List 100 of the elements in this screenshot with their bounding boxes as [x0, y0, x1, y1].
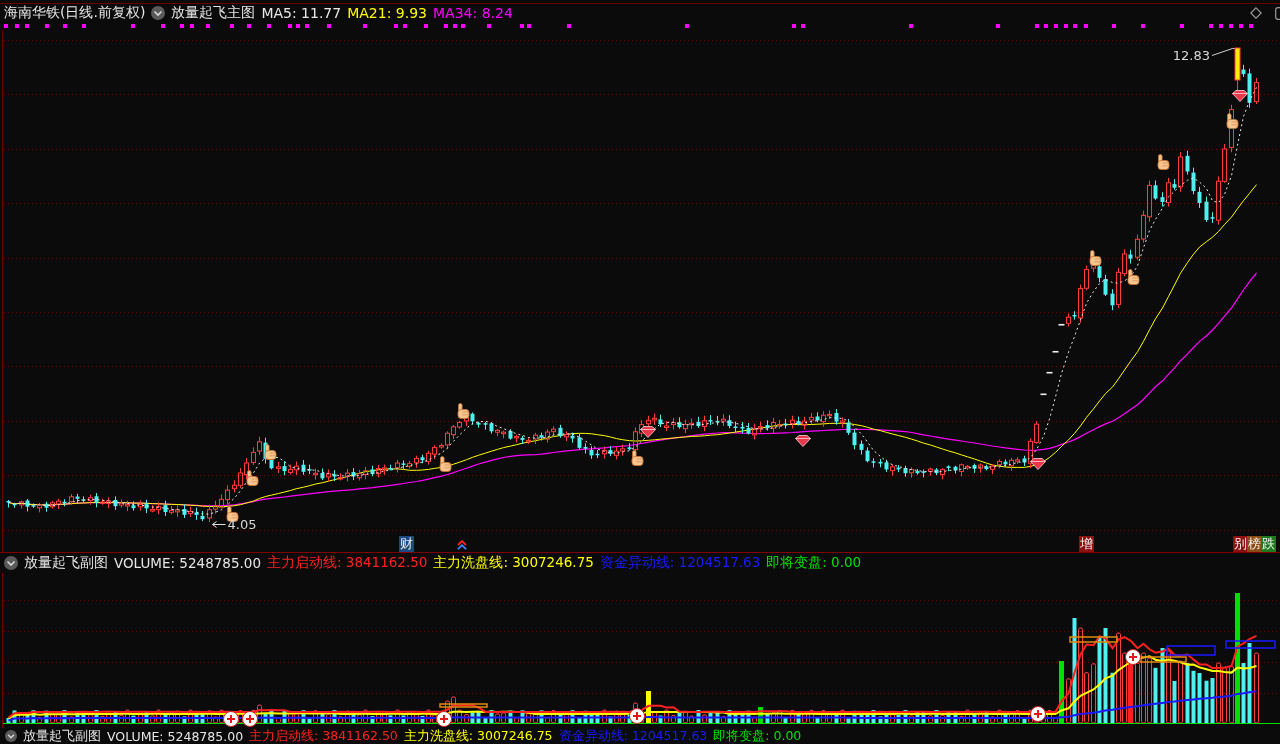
dropdown-icon[interactable]	[151, 6, 166, 20]
signal-mark	[996, 24, 1000, 28]
ma-legend-value: MA5: 11.77	[261, 5, 342, 21]
event-badge: 增	[1079, 536, 1094, 552]
signal-mark	[1249, 24, 1253, 28]
ma-legend-value: MA21: 9.93	[347, 5, 427, 21]
indicator-name: 放量起飞主图	[171, 4, 256, 22]
signal-mark	[1229, 24, 1233, 28]
signal-mark	[1073, 24, 1077, 28]
signal-mark	[206, 24, 210, 28]
line-legend-value: 即将变盘: 0.00	[766, 554, 862, 572]
plus-circle-icon	[629, 708, 645, 724]
flat-candle	[1051, 350, 1060, 353]
volume-value: VOLUME: 5248785.00	[107, 728, 244, 744]
signal-mark	[403, 24, 407, 28]
pointing-hand-icon	[439, 456, 452, 472]
gem-icon	[640, 426, 656, 438]
plus-circle-icon	[436, 711, 452, 727]
indicator-name: 放量起飞副图	[23, 727, 101, 744]
signal-mark	[909, 24, 913, 28]
line-legend-value: 主力洗盘线: 3007246.75	[403, 727, 553, 744]
signal-mark	[45, 24, 49, 28]
gem-icon	[1232, 90, 1248, 102]
signal-mark	[1035, 24, 1039, 28]
plus-circle-icon	[242, 711, 258, 727]
signal-mark	[63, 24, 67, 28]
double-chevron-icon	[457, 540, 467, 550]
signal-mark	[567, 24, 571, 28]
signal-mark	[4, 24, 8, 28]
indicator-name: 放量起飞副图	[24, 554, 108, 572]
plus-circle-icon	[1030, 706, 1046, 722]
low-price-label: 4.05	[227, 517, 257, 532]
pointing-hand-icon	[226, 506, 239, 522]
pointing-hand-icon	[264, 444, 277, 460]
signal-mark	[1219, 24, 1223, 28]
signal-mark	[424, 24, 428, 28]
security-title: 海南华铁(日线.前复权)	[4, 4, 146, 22]
pointing-hand-icon	[631, 450, 644, 466]
range-box	[439, 703, 488, 708]
line-legend-value: 资金异动线: 1204517.63	[558, 727, 708, 744]
flat-candle	[1045, 371, 1054, 374]
event-badge: 财	[399, 536, 414, 552]
dropdown-icon[interactable]	[5, 730, 17, 742]
gem-icon	[795, 435, 811, 447]
signal-mark	[1141, 24, 1145, 28]
flat-candle	[1039, 393, 1048, 396]
signal-mark	[131, 24, 135, 28]
signal-mark	[792, 24, 796, 28]
flat-candle	[1057, 323, 1066, 326]
signal-mark	[161, 24, 165, 28]
signal-mark	[15, 24, 19, 28]
volume-value: VOLUME: 5248785.00	[114, 555, 261, 571]
line-legend-value: 主力启动线: 3841162.50	[249, 727, 398, 744]
pointing-hand-icon	[246, 470, 259, 486]
signal-mark	[1044, 24, 1048, 28]
signal-mark	[1084, 24, 1088, 28]
pointing-hand-icon	[1157, 154, 1170, 170]
signal-mark	[25, 24, 29, 28]
signal-mark	[801, 24, 805, 28]
plus-circle-icon	[223, 711, 239, 727]
signal-mark	[363, 24, 367, 28]
signal-mark	[1064, 24, 1068, 28]
signal-mark	[180, 24, 184, 28]
plus-circle-icon	[1125, 649, 1141, 665]
range-box	[1069, 636, 1118, 643]
pointing-hand-icon	[1127, 269, 1140, 285]
high-price-label: 12.83	[1172, 48, 1210, 63]
signal-mark	[305, 24, 309, 28]
line-legend-value: 主力启动线: 3841162.50	[266, 554, 428, 572]
dropdown-icon[interactable]	[4, 556, 18, 570]
signal-mark	[230, 24, 234, 28]
signal-mark	[247, 24, 251, 28]
signal-mark	[1112, 24, 1116, 28]
signal-mark	[1209, 24, 1213, 28]
signal-mark	[394, 24, 398, 28]
signal-mark	[1054, 24, 1058, 28]
line-legend-value: 即将变盘: 0.00	[713, 727, 802, 744]
signal-mark	[327, 24, 331, 28]
signal-mark	[487, 24, 491, 28]
line-legend-value: 主力洗盘线: 3007246.75	[433, 554, 594, 572]
ma-legend-value: MA34: 8.24	[433, 5, 513, 21]
pointing-hand-icon	[1089, 250, 1102, 266]
signal-mark	[1239, 24, 1243, 28]
pointing-hand-icon	[457, 403, 470, 419]
event-badge: 跌	[1261, 536, 1276, 552]
volume-bar	[758, 707, 763, 723]
diamond-icon[interactable]	[1250, 7, 1262, 19]
leader-line	[1211, 48, 1235, 56]
signal-mark	[1180, 24, 1184, 28]
volume-bar	[646, 691, 651, 723]
volume-bar	[1059, 661, 1064, 723]
signal-mark	[685, 24, 689, 28]
signal-mark	[82, 24, 86, 28]
pointing-hand-icon	[1226, 113, 1239, 129]
signal-mark	[267, 24, 271, 28]
signal-mark	[444, 24, 448, 28]
gem-icon	[1030, 458, 1046, 470]
leader-arrow	[212, 521, 226, 528]
signal-mark	[190, 24, 194, 28]
line-legend-value: 资金异动线: 1204517.63	[599, 554, 761, 572]
